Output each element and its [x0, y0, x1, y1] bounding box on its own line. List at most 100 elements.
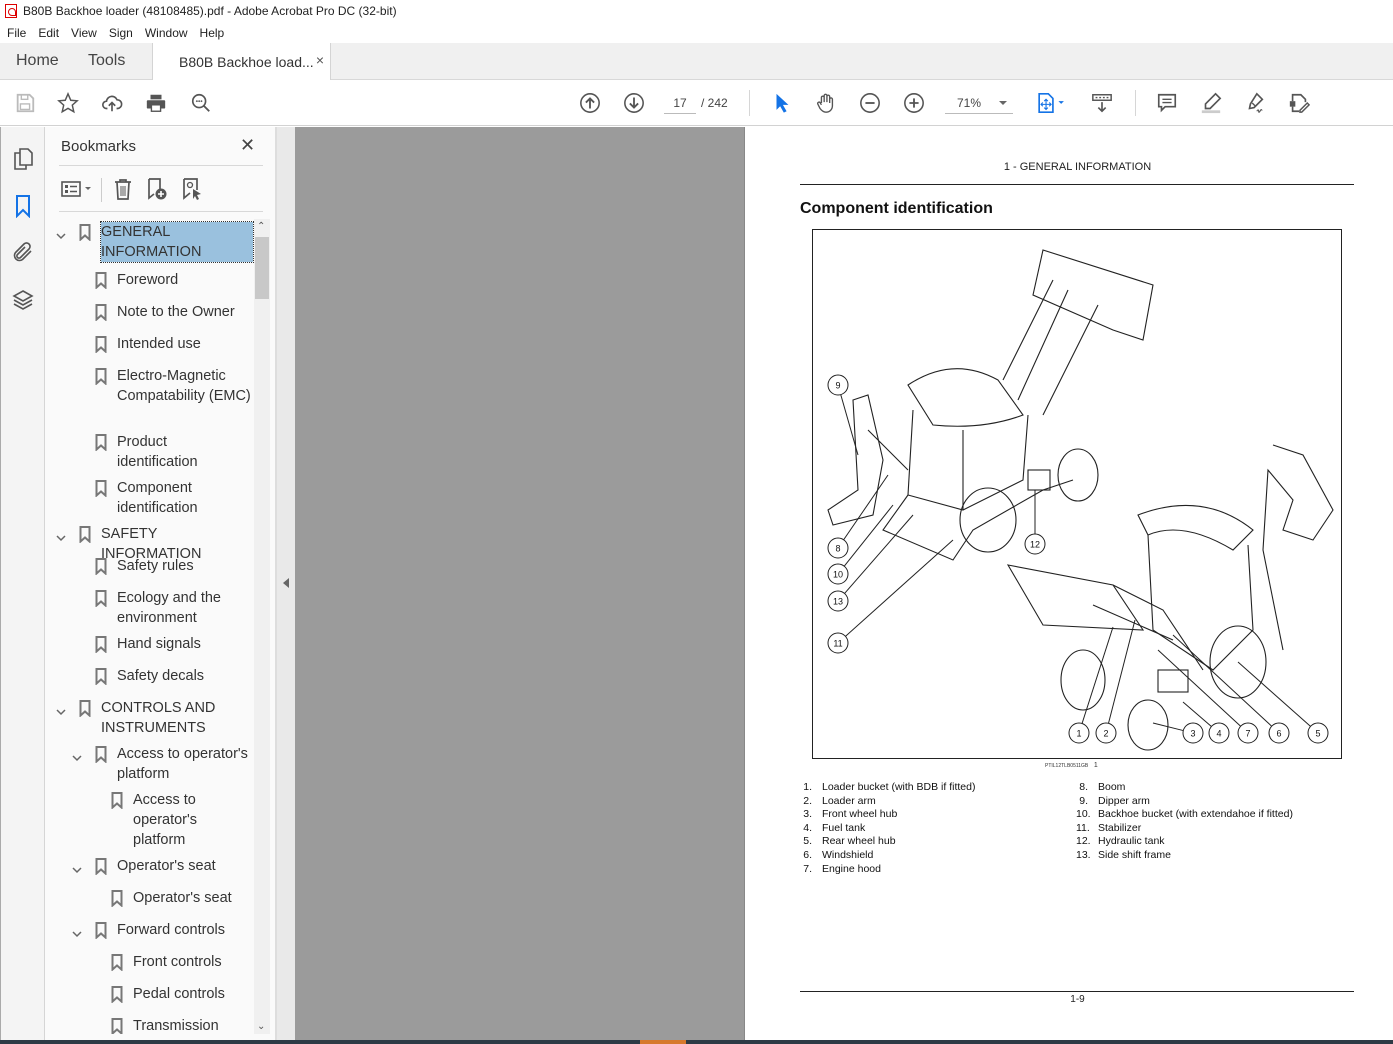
bookmark-item[interactable]: CONTROLS AND INSTRUMENTS — [45, 698, 255, 738]
scroll-mode-button[interactable] — [1090, 91, 1114, 115]
select-tool-button[interactable] — [770, 91, 794, 115]
list-options-icon — [61, 181, 91, 197]
bookmark-item[interactable]: Front controls — [45, 952, 255, 972]
highlight-button[interactable] — [1199, 91, 1223, 115]
page-thumbnails-button[interactable] — [11, 147, 35, 171]
search-icon — [191, 93, 210, 112]
tab-home[interactable]: Home — [16, 52, 59, 70]
print-button[interactable] — [144, 91, 168, 115]
tab-document-label: B80B Backhoe load... — [179, 54, 314, 70]
bookmark-item[interactable]: Intended use — [45, 334, 255, 354]
bookmark-item[interactable]: Electro-Magnetic Compatability (EMC) — [45, 366, 255, 426]
bookmarks-scrollbar[interactable]: ⌃ ⌄ — [254, 219, 270, 1034]
taskbar-active-app[interactable] — [640, 1040, 686, 1044]
bookmark-icon — [16, 195, 30, 219]
close-tab-icon[interactable]: × — [316, 52, 324, 68]
attachments-button[interactable] — [11, 240, 35, 264]
callout-leader-line — [1108, 619, 1136, 724]
close-panel-icon[interactable]: ✕ — [240, 135, 255, 156]
legend-item: 6. Windshield — [800, 849, 976, 863]
menu-file[interactable]: File — [0, 26, 31, 40]
legend-item: 5. Rear wheel hub — [800, 835, 976, 849]
upload-button[interactable] — [100, 91, 124, 115]
menu-view[interactable]: View — [64, 26, 102, 40]
options-menu-button[interactable] — [60, 177, 96, 201]
cloud-upload-icon — [102, 95, 123, 112]
chevron-down-icon[interactable] — [56, 703, 66, 716]
zoom-in-button[interactable] — [902, 91, 926, 115]
tab-tools[interactable]: Tools — [88, 52, 125, 70]
callout-label: 1 — [1076, 729, 1081, 739]
bookmark-item[interactable]: Access to operator's platform — [45, 744, 255, 784]
legend-left: 1. Loader bucket (with BDB if fitted) 2. Lo… — [800, 781, 976, 876]
bookmark-tree: GENERAL INFORMATION Foreword Note to the O… — [45, 219, 255, 1034]
hand-icon — [817, 93, 834, 113]
bookmark-item[interactable]: Transmission — [45, 1016, 255, 1034]
bookmark-item[interactable]: Access to operator's platform — [45, 790, 255, 850]
bookmark-item[interactable]: Operator's seat — [45, 856, 255, 876]
menu-window[interactable]: Window — [138, 26, 193, 40]
page-number-input[interactable]: 17 — [664, 94, 696, 114]
callout-label: 6 — [1276, 729, 1281, 739]
bookmark-icon — [95, 858, 107, 876]
comment-button[interactable] — [1155, 91, 1179, 115]
bookmark-item[interactable]: Foreword — [45, 270, 255, 290]
bookmark-item[interactable]: Hand signals — [45, 634, 255, 654]
scroll-up-icon[interactable]: ⌃ — [257, 221, 265, 232]
legend-text: Loader arm — [822, 794, 876, 807]
bookmark-label: Note to the Owner — [117, 304, 235, 320]
chevron-down-icon[interactable] — [56, 529, 66, 542]
bookmark-item[interactable]: Operator's seat — [45, 888, 255, 908]
chevron-down-icon[interactable] — [72, 861, 82, 874]
next-page-button[interactable] — [622, 91, 646, 115]
divider — [59, 165, 263, 166]
sign-button[interactable] — [1243, 91, 1267, 115]
menu-sign[interactable]: Sign — [102, 26, 138, 40]
previous-page-button[interactable] — [578, 91, 602, 115]
chevron-down-icon[interactable] — [72, 925, 82, 938]
scroll-down-icon[interactable]: ⌄ — [257, 1021, 265, 1032]
menu-edit[interactable]: Edit — [31, 26, 64, 40]
callout-label: 9 — [835, 381, 840, 391]
bookmark-item[interactable]: Pedal controls — [45, 984, 255, 1004]
save-button[interactable] — [13, 91, 37, 115]
menu-help[interactable]: Help — [193, 26, 230, 40]
bookmark-item[interactable]: Ecology and the environment — [45, 588, 255, 628]
legend-number: 7. — [803, 862, 812, 875]
bookmark-item[interactable]: SAFETY INFORMATION — [45, 524, 255, 562]
hand-tool-button[interactable] — [814, 91, 838, 115]
bookmark-item[interactable]: Forward controls — [45, 920, 255, 940]
legend-right: 8. Boom 9. Dipper arm 10. Backhoe bucket (wit… — [1076, 781, 1293, 863]
tab-document[interactable]: B80B Backhoe load... × — [152, 43, 331, 80]
collapse-panel-handle[interactable] — [276, 127, 295, 1040]
zoom-out-button[interactable] — [858, 91, 882, 115]
find-button[interactable] — [189, 91, 213, 115]
bookmark-label: Safety decals — [117, 668, 205, 684]
main-toolbar: 17 / 242 71% — [0, 80, 1393, 126]
scrollbar-thumb[interactable] — [255, 237, 269, 299]
pen-sign-icon — [1248, 92, 1264, 113]
bookmark-item[interactable]: Product identification — [45, 432, 255, 472]
cab-roof-drawing — [1137, 504, 1254, 551]
bookmark-properties-button[interactable] — [180, 177, 204, 201]
zoom-level-select[interactable]: 71% — [945, 94, 1013, 114]
bookmark-item[interactable]: Safety decals — [45, 666, 255, 686]
new-bookmark-button[interactable] — [145, 177, 169, 201]
bookmark-item[interactable]: Note to the Owner — [45, 302, 255, 322]
page-fit-button[interactable] — [1034, 91, 1070, 115]
bookmark-icon — [95, 272, 107, 290]
bookmark-item[interactable]: GENERAL INFORMATION — [45, 221, 255, 263]
chevron-down-icon[interactable] — [56, 227, 66, 240]
bookmark-item[interactable]: Component identification — [45, 478, 255, 518]
bookmark-item[interactable]: Safety rules — [45, 556, 255, 576]
star-icon — [57, 92, 79, 114]
bookmarks-panel-button[interactable] — [11, 194, 35, 219]
callout-leader-line — [840, 394, 859, 456]
bookmark-star-button[interactable] — [56, 91, 80, 115]
layers-button[interactable] — [11, 288, 35, 312]
delete-bookmark-button[interactable] — [111, 177, 135, 201]
loader-arm-drawing — [1092, 584, 1204, 671]
fill-sign-button[interactable] — [1287, 91, 1311, 115]
callout-label: 10 — [833, 570, 843, 580]
chevron-down-icon[interactable] — [72, 749, 82, 762]
